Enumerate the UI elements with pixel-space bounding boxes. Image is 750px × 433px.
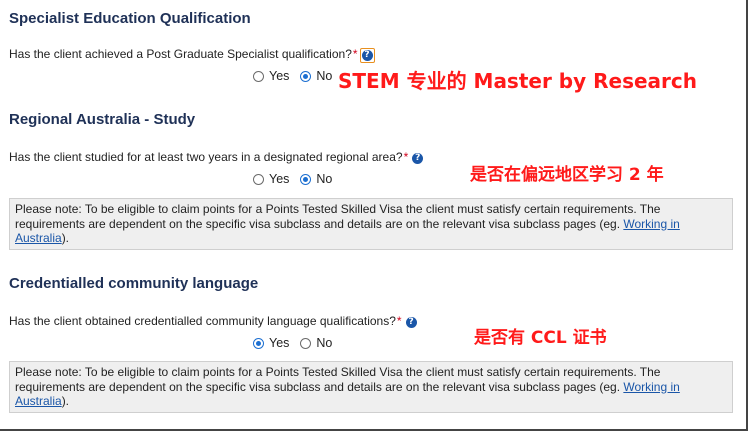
section-heading-regional-study: Regional Australia - Study (9, 111, 196, 128)
question-text: Has the client achieved a Post Graduate … (9, 47, 352, 61)
question-circle-icon[interactable]: ? (405, 317, 417, 328)
question-text: Has the client obtained credentialled co… (9, 314, 396, 328)
question-specialist-qualification: Has the client achieved a Post Graduate … (9, 47, 375, 63)
annotation-stem-master: STEM 专业的 Master by Research (338, 69, 697, 93)
required-mark: * (352, 47, 358, 61)
question-regional-study: Has the client studied for at least two … (9, 150, 424, 164)
radio-no[interactable] (300, 337, 312, 349)
required-mark: * (396, 314, 402, 328)
radio-label-yes[interactable]: Yes (269, 336, 289, 350)
required-mark: * (403, 150, 409, 164)
note-text: Please note: To be eligible to claim poi… (15, 202, 661, 231)
question-circle-icon[interactable]: ? (412, 153, 424, 164)
radio-group-community-language: Yes No (253, 336, 332, 350)
note-box-community-language: Please note: To be eligible to claim poi… (9, 361, 733, 413)
section-heading-specialist-education: Specialist Education Qualification (9, 10, 251, 27)
section-heading-community-language: Credentialled community language (9, 275, 259, 292)
radio-no[interactable] (300, 70, 312, 82)
radio-label-no[interactable]: No (316, 69, 332, 83)
radio-label-yes[interactable]: Yes (269, 69, 289, 83)
note-end: ). (61, 231, 70, 245)
question-text: Has the client studied for at least two … (9, 150, 403, 164)
radio-yes[interactable] (253, 173, 264, 185)
help-focus-ring[interactable]: ? (359, 48, 375, 63)
radio-label-yes[interactable]: Yes (269, 172, 289, 186)
radio-no[interactable] (300, 173, 312, 185)
radio-yes[interactable] (253, 70, 264, 82)
radio-yes[interactable] (253, 337, 264, 349)
radio-group-regional: Yes No (253, 172, 332, 186)
radio-label-no[interactable]: No (316, 172, 332, 186)
question-circle-icon[interactable]: ? (361, 50, 373, 61)
radio-group-specialist: Yes No (253, 69, 332, 83)
annotation-ccl: 是否有 CCL 证书 (474, 328, 607, 348)
annotation-regional: 是否在偏远地区学习 2 年 (470, 165, 664, 185)
note-end: ). (61, 394, 70, 408)
radio-label-no[interactable]: No (316, 336, 332, 350)
question-community-language: Has the client obtained credentialled co… (9, 314, 417, 328)
note-box-regional: Please note: To be eligible to claim poi… (9, 198, 733, 250)
note-text: Please note: To be eligible to claim poi… (15, 365, 661, 394)
